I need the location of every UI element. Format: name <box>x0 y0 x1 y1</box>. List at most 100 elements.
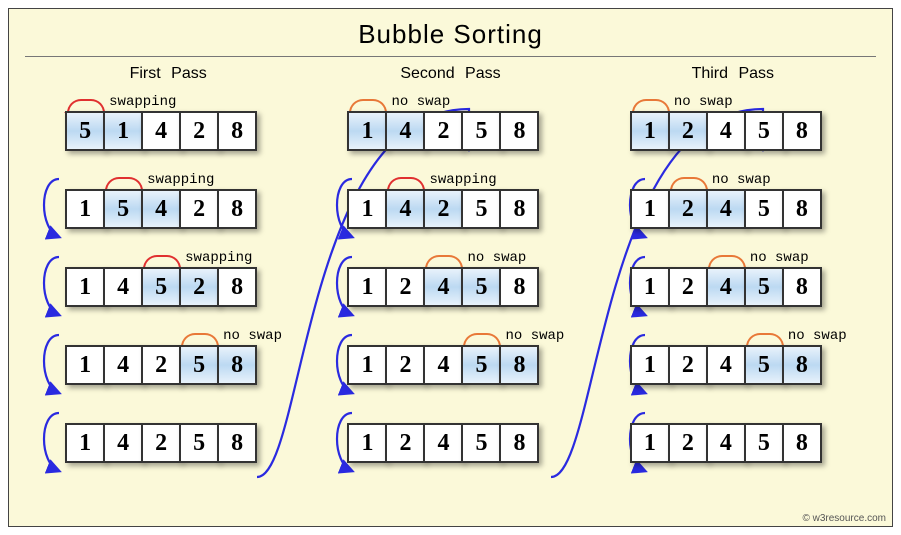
step: no swap12458 <box>330 267 570 315</box>
array-cell: 5 <box>103 189 143 229</box>
array-row: 12458 <box>630 189 853 229</box>
diagram-frame: Bubble Sorting <box>8 8 893 527</box>
step: swapping14528 <box>48 267 288 315</box>
array-row: 12458 <box>630 111 853 151</box>
array-row: 12458 <box>347 423 570 463</box>
array-cell: 1 <box>65 267 105 307</box>
array-cell: 2 <box>423 111 463 151</box>
array-cell: 1 <box>347 423 387 463</box>
pass-column: First Passswapping51428swapping15428swap… <box>48 65 288 501</box>
array-row: 12458 <box>347 267 570 307</box>
array-row: 12458 <box>347 345 570 385</box>
array-cell: 4 <box>103 423 143 463</box>
array-cell: 4 <box>385 189 425 229</box>
array-row: 14528 <box>65 267 288 307</box>
array-cell: 5 <box>744 423 784 463</box>
array-cell: 1 <box>630 345 670 385</box>
step-label: swapping <box>185 250 252 266</box>
array-cell: 5 <box>461 267 501 307</box>
step: 14258 <box>48 423 288 471</box>
array-cell: 2 <box>179 111 219 151</box>
array-row: 14258 <box>347 111 570 151</box>
array-row: 12458 <box>630 267 853 307</box>
array-row: 14258 <box>65 345 288 385</box>
array-cell: 1 <box>103 111 143 151</box>
array-cell: 4 <box>706 345 746 385</box>
array-cell: 8 <box>782 111 822 151</box>
step-label: no swap <box>223 328 282 344</box>
array-cell: 4 <box>706 423 746 463</box>
array-cell: 5 <box>744 267 784 307</box>
step: no swap12458 <box>613 189 853 237</box>
array-cell: 5 <box>461 345 501 385</box>
array-cell: 5 <box>461 189 501 229</box>
step: swapping15428 <box>48 189 288 237</box>
array-cell: 5 <box>141 267 181 307</box>
array-cell: 4 <box>706 189 746 229</box>
pass-title: Second Pass <box>330 65 570 83</box>
array-cell: 4 <box>706 267 746 307</box>
array-cell: 8 <box>499 267 539 307</box>
array-cell: 4 <box>141 189 181 229</box>
step-label: no swap <box>467 250 526 266</box>
array-cell: 1 <box>347 267 387 307</box>
array-cell: 2 <box>385 345 425 385</box>
array-row: 14258 <box>65 423 288 463</box>
array-cell: 4 <box>423 267 463 307</box>
array-cell: 2 <box>179 267 219 307</box>
pass-column: Third Passno swap12458no swap12458no swa… <box>613 65 853 501</box>
step: swapping14258 <box>330 189 570 237</box>
array-cell: 1 <box>347 345 387 385</box>
step: 12458 <box>613 423 853 471</box>
step: 12458 <box>330 423 570 471</box>
array-cell: 1 <box>65 189 105 229</box>
array-cell: 8 <box>217 423 257 463</box>
step-label: no swap <box>788 328 847 344</box>
array-cell: 2 <box>668 267 708 307</box>
step: no swap12458 <box>613 111 853 159</box>
array-cell: 2 <box>385 267 425 307</box>
array-cell: 4 <box>423 423 463 463</box>
array-cell: 1 <box>347 111 387 151</box>
array-cell: 4 <box>103 267 143 307</box>
pass-column: Second Passno swap14258swapping14258no s… <box>330 65 570 501</box>
array-cell: 1 <box>65 423 105 463</box>
array-row: 12458 <box>630 345 853 385</box>
array-cell: 2 <box>141 345 181 385</box>
array-cell: 8 <box>217 267 257 307</box>
step: no swap14258 <box>330 111 570 159</box>
array-cell: 5 <box>744 345 784 385</box>
array-cell: 5 <box>179 345 219 385</box>
array-cell: 1 <box>630 189 670 229</box>
array-cell: 1 <box>630 111 670 151</box>
array-cell: 5 <box>461 111 501 151</box>
pass-title: First Pass <box>48 65 288 83</box>
diagram-title: Bubble Sorting <box>9 9 892 56</box>
credit-text: © w3resource.com <box>802 513 886 524</box>
pass-title: Third Pass <box>613 65 853 83</box>
step-label: no swap <box>750 250 809 266</box>
array-cell: 2 <box>668 111 708 151</box>
array-cell: 8 <box>499 111 539 151</box>
array-cell: 2 <box>179 189 219 229</box>
array-cell: 8 <box>782 189 822 229</box>
array-cell: 5 <box>461 423 501 463</box>
array-cell: 4 <box>423 345 463 385</box>
step: no swap12458 <box>613 267 853 315</box>
array-cell: 8 <box>499 345 539 385</box>
array-cell: 4 <box>706 111 746 151</box>
array-cell: 4 <box>385 111 425 151</box>
array-cell: 1 <box>347 189 387 229</box>
title-divider <box>25 56 876 57</box>
step-label: swapping <box>429 172 496 188</box>
array-cell: 2 <box>668 189 708 229</box>
array-cell: 8 <box>782 345 822 385</box>
step: swapping51428 <box>48 111 288 159</box>
array-cell: 1 <box>65 345 105 385</box>
array-cell: 8 <box>217 111 257 151</box>
array-cell: 2 <box>668 423 708 463</box>
array-row: 12458 <box>630 423 853 463</box>
array-cell: 8 <box>782 267 822 307</box>
array-cell: 1 <box>630 423 670 463</box>
array-cell: 2 <box>423 189 463 229</box>
